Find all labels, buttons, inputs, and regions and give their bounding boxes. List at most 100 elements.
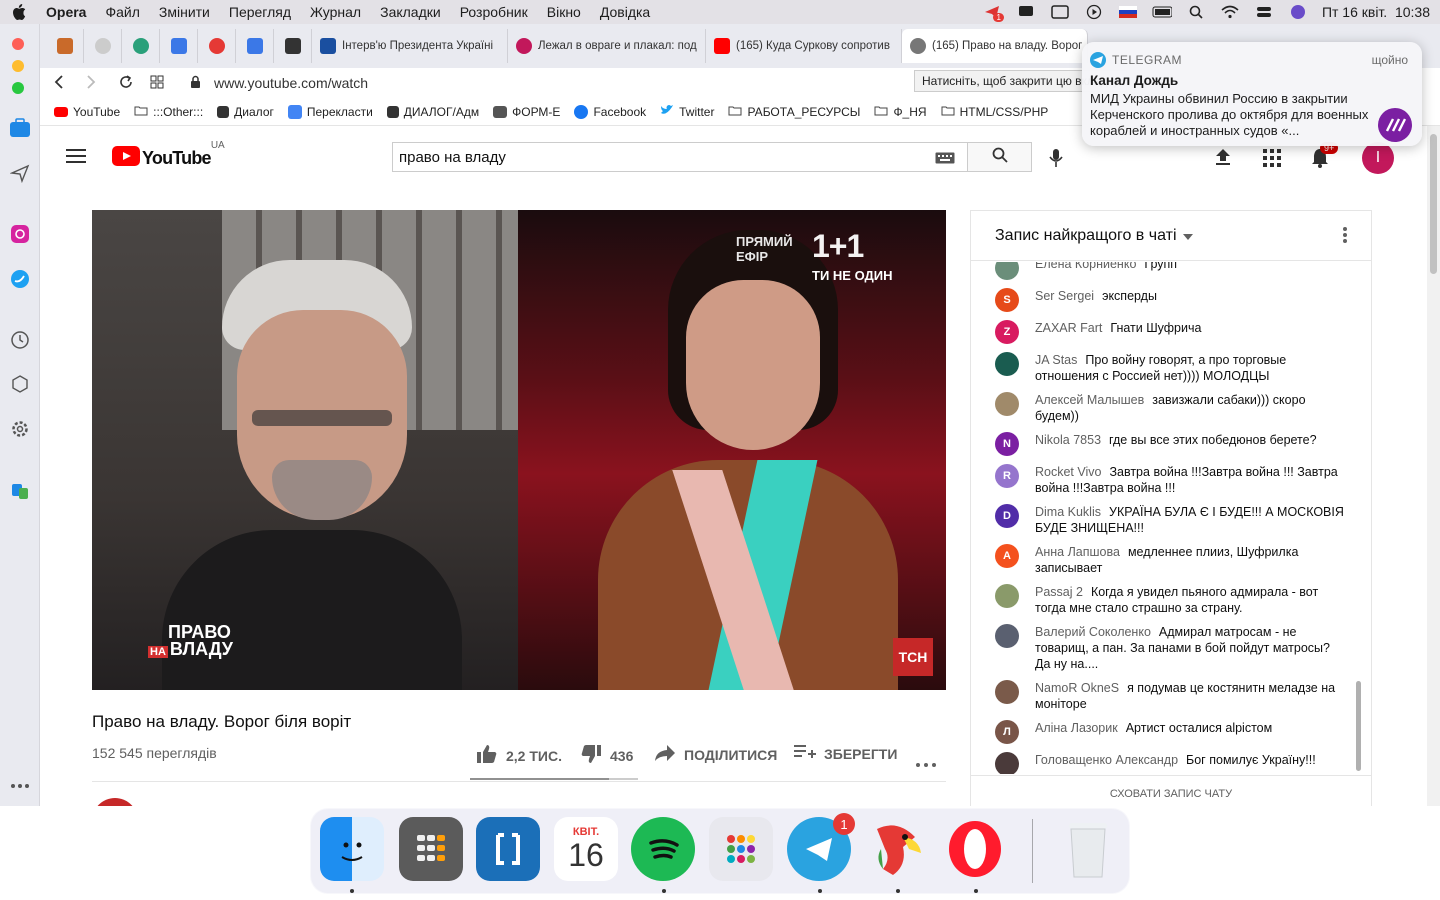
workspace-icon[interactable] — [8, 116, 32, 140]
chat-message[interactable]: R Rocket Vivo Завтра война !!!Завтра война… — [995, 464, 1345, 496]
chat-message[interactable]: S Ser Sergei эксперды — [995, 288, 1345, 312]
apps-grid-icon[interactable] — [1263, 149, 1281, 172]
account-avatar[interactable]: I — [1362, 142, 1394, 174]
forward-icon[interactable] — [86, 74, 106, 92]
youtube-logo[interactable]: YouTube UA — [112, 140, 225, 171]
reload-icon[interactable] — [118, 74, 138, 93]
chat-author-name[interactable]: Головащенко Александр — [1035, 753, 1178, 767]
chat-author-avatar[interactable] — [995, 352, 1019, 376]
share-button[interactable]: ПОДІЛИТИСЯ — [654, 744, 777, 765]
chat-message[interactable]: Z ZAXAR Fart Гнати Шуфрича — [995, 320, 1345, 344]
like-button[interactable]: 2,2 ТИС. — [476, 744, 562, 767]
menu-history[interactable]: Журнал — [310, 4, 361, 20]
upload-icon[interactable] — [1214, 148, 1232, 171]
chat-author-name[interactable]: Аліна Лазорик — [1035, 721, 1118, 735]
tab-president-interview[interactable]: Інтерв'ю Президента Україні — [312, 29, 508, 63]
search-input[interactable] — [393, 143, 923, 171]
bookmark-html[interactable]: HTML/CSS/PHP — [941, 105, 1048, 119]
tab-pinned-3[interactable] — [122, 29, 160, 63]
chat-author-name[interactable]: Елена Корниенко — [1035, 262, 1136, 271]
search-icon[interactable] — [1186, 4, 1206, 20]
chat-author-avatar[interactable] — [995, 752, 1019, 774]
more-icon[interactable] — [8, 774, 32, 798]
video-player[interactable]: ПРАВО НА ВЛАДУ ПРЯМИЙ ЕФІР 1+1 ТИ НЕ ОДИН… — [92, 210, 946, 690]
dock-trash[interactable] — [1056, 817, 1120, 881]
chat-author-avatar[interactable] — [995, 680, 1019, 704]
hide-chat-button[interactable]: СХОВАТИ ЗАПИС ЧАТУ — [971, 775, 1371, 806]
telegram-status-icon[interactable]: 1 — [982, 4, 1004, 22]
dock-finder[interactable] — [320, 817, 384, 881]
chat-author-avatar[interactable]: Л — [995, 720, 1019, 744]
channel-avatar[interactable] — [92, 798, 138, 806]
tab-pinned-7[interactable] — [274, 29, 312, 63]
chat-author-name[interactable]: Алексей Малышев — [1035, 393, 1144, 407]
chat-author-avatar[interactable] — [995, 584, 1019, 608]
chat-author-name[interactable]: ZAXAR Fart — [1035, 321, 1102, 335]
telegram-notification[interactable]: TELEGRAM щойно Канал Дождь МИД Украины о… — [1082, 42, 1422, 146]
chat-author-avatar[interactable]: S — [995, 288, 1019, 312]
bookmark-rabota[interactable]: РАБОТА_РЕСУРСЫ — [728, 105, 860, 119]
chat-author-name[interactable]: Rocket Vivo — [1035, 465, 1101, 479]
page-scrollbar-thumb[interactable] — [1430, 134, 1437, 274]
tab-pinned-5[interactable] — [198, 29, 236, 63]
chat-message[interactable]: N Nikola 7853 где вы все этих победюнов бе… — [995, 432, 1345, 456]
page-scrollbar[interactable] — [1427, 126, 1440, 806]
menu-bookmarks[interactable]: Закладки — [380, 4, 441, 20]
chat-mode-dropdown[interactable]: Запис найкращого в чаті — [995, 227, 1193, 245]
tab-pinned-4[interactable] — [160, 29, 198, 63]
battery-icon[interactable] — [1152, 4, 1172, 20]
chat-author-name[interactable]: Ser Sergei — [1035, 289, 1094, 303]
chat-message[interactable]: Валерий Соколенко Адмирал матросам - не т… — [995, 624, 1345, 672]
back-icon[interactable] — [54, 74, 74, 92]
chat-author-avatar[interactable]: D — [995, 504, 1019, 528]
chat-message[interactable]: Головащенко Александр Бог помилує Україну… — [995, 752, 1345, 774]
wifi-icon[interactable] — [1220, 4, 1240, 20]
menu-edit[interactable]: Змінити — [159, 4, 210, 20]
chat-message[interactable]: Елена Корниенко Групп — [995, 262, 1345, 280]
siri-icon[interactable] — [1288, 4, 1308, 20]
dock-brackets[interactable] — [476, 817, 540, 881]
window-minimize-button[interactable] — [12, 60, 24, 72]
chat-author-name[interactable]: Dima Kuklis — [1035, 505, 1101, 519]
window-zoom-button[interactable] — [12, 82, 24, 94]
dock-launchpad[interactable] — [709, 817, 773, 881]
capture-status-icon[interactable] — [1050, 4, 1070, 20]
chat-author-avatar[interactable]: R — [995, 464, 1019, 488]
bookmark-youtube[interactable]: YouTube — [54, 105, 120, 119]
apple-icon[interactable] — [10, 3, 28, 21]
hamburger-menu-icon[interactable] — [66, 148, 86, 169]
chat-author-avatar[interactable] — [995, 624, 1019, 648]
chat-message[interactable]: D Dima Kuklis УКРАЇНА БУЛА Є І БУДЕ!!! А М… — [995, 504, 1345, 536]
chat-author-name[interactable]: Nikola 7853 — [1035, 433, 1101, 447]
translate-icon[interactable] — [8, 479, 32, 503]
dock-spotify[interactable] — [631, 817, 695, 881]
bookmark-form-e[interactable]: ФОРМ-Е — [493, 105, 560, 119]
chat-message[interactable]: Passaj 2 Когда я увидел пьяного адмирала … — [995, 584, 1345, 616]
chat-message[interactable]: NamoR OkneS я подумав це костянитн меладз… — [995, 680, 1345, 712]
window-close-button[interactable] — [12, 38, 24, 50]
chat-author-name[interactable]: Валерий Соколенко — [1035, 625, 1151, 639]
play-status-icon[interactable] — [1084, 4, 1104, 20]
chat-author-name[interactable]: JA Stas — [1035, 353, 1077, 367]
bookmark-dialog-admin[interactable]: ДИАЛОГ/Адм — [386, 105, 479, 119]
instagram-icon[interactable] — [8, 222, 32, 246]
menu-help[interactable]: Довідка — [600, 4, 650, 20]
search-button[interactable] — [967, 142, 1032, 172]
history-icon[interactable] — [8, 328, 32, 352]
chat-menu-icon[interactable] — [1343, 227, 1347, 248]
tab-lezhal-v-ovrage[interactable]: Лежал в овраге и плакал: под — [508, 29, 706, 63]
control-center-icon[interactable] — [1254, 4, 1274, 20]
tab-grid-icon[interactable] — [150, 75, 170, 92]
chat-author-avatar[interactable] — [995, 392, 1019, 416]
dock-opera[interactable] — [943, 817, 1007, 881]
chat-author-name[interactable]: Анна Лапшова — [1035, 545, 1120, 559]
keyboard-icon[interactable] — [935, 151, 955, 169]
microphone-icon[interactable] — [1048, 148, 1064, 173]
chat-message[interactable]: Л Аліна Лазорик Артист осталися аlрістом — [995, 720, 1345, 744]
bookmark-other[interactable]: :::Other::: — [134, 105, 203, 119]
dislike-button[interactable]: 436 — [580, 744, 633, 767]
save-button[interactable]: ЗБЕРЕГТИ — [794, 744, 897, 763]
menu-file[interactable]: Файл — [105, 4, 139, 20]
dock-calculator[interactable] — [399, 817, 463, 881]
extensions-icon[interactable] — [8, 372, 32, 396]
